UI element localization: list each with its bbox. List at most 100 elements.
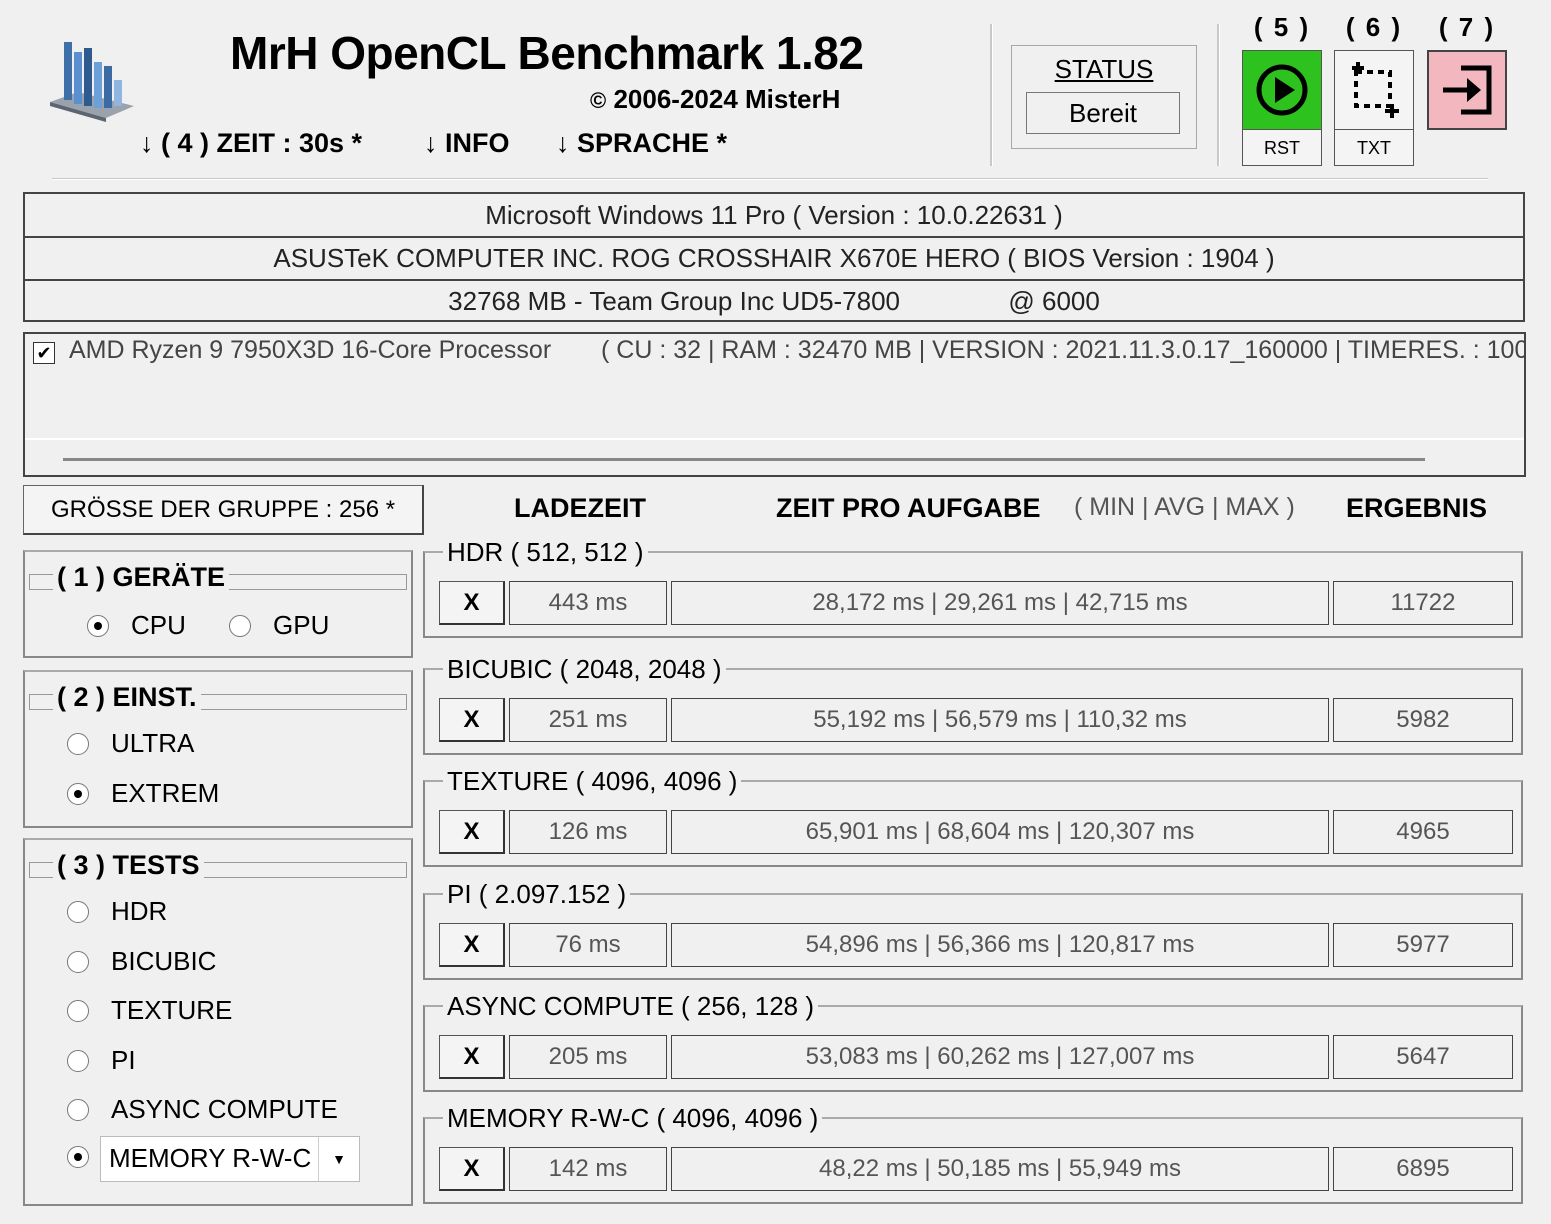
exit-number-label: ( 7 ) (1438, 12, 1496, 42)
test-title: TEXTURE ( 4096, 4096 ) (443, 766, 742, 797)
txt-button[interactable]: TXT (1334, 130, 1414, 166)
radio-gpu-indicator[interactable] (229, 614, 251, 637)
run-button[interactable] (1242, 50, 1322, 130)
test-reset-button[interactable]: X (439, 923, 505, 967)
memory-mode-dropdown[interactable]: MEMORY R-W-C ▼ (100, 1136, 360, 1182)
test-load-time: 251 ms (509, 698, 667, 742)
capture-button[interactable] (1334, 50, 1414, 130)
radio-test-hdr[interactable]: HDR (67, 896, 167, 927)
status-label: STATUS (1054, 54, 1154, 84)
radio-test-texture-label: TEXTURE (111, 995, 233, 1025)
capture-number-label: ( 6 ) (1345, 12, 1403, 42)
radio-test-pi[interactable]: PI (67, 1045, 136, 1076)
radio-gpu[interactable]: GPU (229, 610, 329, 641)
radio-test-hdr-indicator[interactable] (67, 900, 89, 923)
radio-ultra-indicator[interactable] (67, 732, 89, 755)
test-title: BICUBIC ( 2048, 2048 ) (443, 654, 726, 685)
radio-test-pi-label: PI (111, 1045, 136, 1075)
radio-gpu-label: GPU (273, 610, 330, 640)
test-group-texture: TEXTURE ( 4096, 4096 ) X 126 ms 65,901 m… (423, 766, 1523, 867)
benchmark-logo-icon (46, 36, 138, 126)
radio-extrem[interactable]: EXTREM (67, 778, 219, 809)
test-task-times: 54,896 ms | 56,366 ms | 120,817 ms (671, 923, 1329, 967)
test-task-times: 28,172 ms | 29,261 ms | 42,715 ms (671, 581, 1329, 625)
column-result: ERGEBNIS (1346, 493, 1488, 523)
radio-extrem-label: EXTREM (111, 778, 220, 808)
chevron-down-icon[interactable]: ▼ (318, 1137, 359, 1181)
radio-cpu[interactable]: CPU (87, 610, 186, 641)
test-load-time: 76 ms (509, 923, 667, 967)
radio-test-bicubic-label: BICUBIC (111, 946, 217, 976)
radio-test-pi-indicator[interactable] (67, 1049, 89, 1072)
toolbar-separator (1217, 24, 1220, 166)
test-task-times: 53,083 ms | 60,262 ms | 127,007 ms (671, 1035, 1329, 1079)
board-info: ASUSTeK COMPUTER INC. ROG CROSSHAIR X670… (25, 237, 1523, 281)
test-result: 5982 (1333, 698, 1513, 742)
scrollbar-thumb[interactable] (63, 458, 1425, 461)
system-info-panel: Microsoft Windows 11 Pro ( Version : 10.… (23, 192, 1525, 322)
menu-info[interactable]: ↓ INFO (424, 128, 510, 159)
test-result: 6895 (1333, 1147, 1513, 1191)
test-group-hdr: HDR ( 512, 512 ) X 443 ms 28,172 ms | 29… (423, 537, 1523, 638)
header-divider (52, 178, 1488, 180)
radio-test-memory-indicator[interactable] (67, 1146, 89, 1168)
status-value: Bereit (1026, 92, 1180, 134)
rst-button[interactable]: RST (1242, 130, 1322, 166)
status-panel: STATUS Bereit (1011, 45, 1197, 149)
run-number-label: ( 5 ) (1253, 12, 1311, 42)
radio-ultra[interactable]: ULTRA (67, 728, 194, 759)
memory-info: 32768 MB - Team Group Inc UD5-7800 @ 600… (448, 286, 1100, 316)
radio-extrem-indicator[interactable] (67, 782, 89, 805)
device-checkbox[interactable]: ✔ (33, 342, 55, 364)
test-reset-button[interactable]: X (439, 1035, 505, 1079)
radio-test-bicubic-indicator[interactable] (67, 950, 89, 973)
test-result: 11722 (1333, 581, 1513, 625)
memory-mode-value: MEMORY R-W-C (109, 1143, 312, 1173)
group-size-button[interactable]: GRÖSSE DER GRUPPE : 256 * (23, 485, 424, 535)
radio-test-bicubic[interactable]: BICUBIC (67, 946, 216, 977)
test-group-pi: PI ( 2.097.152 ) X 76 ms 54,896 ms | 56,… (423, 879, 1523, 980)
exit-icon (1443, 65, 1492, 115)
play-icon (1256, 64, 1308, 116)
test-group-bicubic: BICUBIC ( 2048, 2048 ) X 251 ms 55,192 m… (423, 654, 1523, 755)
copyright-icon: © (590, 88, 607, 113)
test-load-time: 126 ms (509, 810, 667, 854)
copyright-text: 2006-2024 MisterH (613, 84, 841, 114)
test-reset-button[interactable]: X (439, 810, 505, 854)
test-group-memory: MEMORY R-W-C ( 4096, 4096 ) X 142 ms 48,… (423, 1103, 1523, 1204)
test-load-time: 443 ms (509, 581, 667, 625)
radio-test-texture[interactable]: TEXTURE (67, 995, 232, 1026)
radio-cpu-indicator[interactable] (87, 614, 109, 637)
test-reset-button[interactable]: X (439, 698, 505, 742)
test-result: 5977 (1333, 923, 1513, 967)
device-name: AMD Ryzen 9 7950X3D 16-Core Processor (69, 336, 552, 364)
radio-cpu-label: CPU (131, 610, 186, 640)
test-task-times: 65,901 ms | 68,604 ms | 120,307 ms (671, 810, 1329, 854)
test-reset-button[interactable]: X (439, 1147, 505, 1191)
column-load-time: LADEZEIT (514, 493, 646, 523)
radio-test-texture-indicator[interactable] (67, 999, 89, 1022)
radio-ultra-label: ULTRA (111, 728, 195, 758)
horizontal-scrollbar[interactable] (25, 438, 1524, 474)
radio-test-hdr-label: HDR (111, 896, 168, 926)
radio-test-async-indicator[interactable] (67, 1098, 89, 1121)
radio-test-async-compute[interactable]: ASYNC COMPUTE (67, 1094, 338, 1125)
test-result: 5647 (1333, 1035, 1513, 1079)
copyright: © 2006-2024 MisterH (590, 84, 840, 115)
devices-panel: ( 1 ) GERÄTE CPU GPU (23, 550, 413, 658)
device-details: ( CU : 32 | RAM : 32470 MB | VERSION : 2… (601, 336, 1526, 364)
app-title: MrH OpenCL Benchmark 1.82 (230, 27, 864, 79)
menu-language[interactable]: ↓ SPRACHE * (556, 128, 727, 159)
test-title: PI ( 2.097.152 ) (443, 879, 631, 910)
test-title: ASYNC COMPUTE ( 256, 128 ) (443, 991, 818, 1022)
crop-capture-icon (1352, 62, 1399, 118)
test-title: MEMORY R-W-C ( 4096, 4096 ) (443, 1103, 823, 1134)
test-title: HDR ( 512, 512 ) (443, 537, 648, 568)
device-list[interactable]: ✔ AMD Ryzen 9 7950X3D 16-Core Processor … (23, 332, 1526, 477)
test-result: 4965 (1333, 810, 1513, 854)
header-separator (990, 24, 993, 166)
menu-time[interactable]: ↓ ( 4 ) ZEIT : 30s * (140, 128, 362, 159)
test-group-async-compute: ASYNC COMPUTE ( 256, 128 ) X 205 ms 53,0… (423, 991, 1523, 1092)
exit-button[interactable] (1427, 50, 1507, 130)
test-reset-button[interactable]: X (439, 581, 505, 625)
